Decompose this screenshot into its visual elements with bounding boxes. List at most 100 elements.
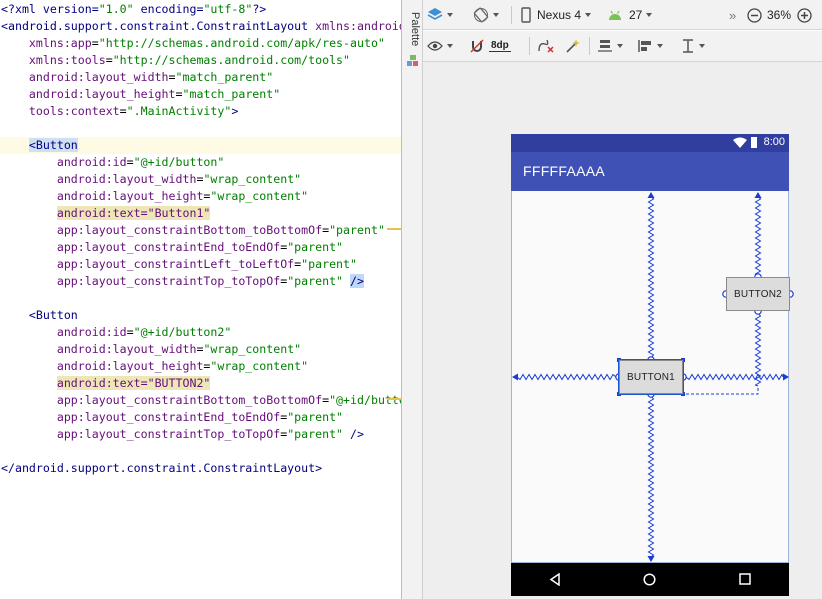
- code-line[interactable]: </android.support.constraint.ConstraintL…: [0, 460, 401, 477]
- code-token: android:layout_width: [1, 342, 197, 356]
- code-token: =: [126, 325, 134, 339]
- code-token: android:text="BUTTON2": [56, 376, 211, 390]
- code-text: <Button: [1, 307, 78, 324]
- code-token: "@+id/button": [133, 155, 225, 169]
- code-line[interactable]: app:layout_constraintEnd_toEndOf="parent…: [0, 239, 401, 256]
- code-text: android:layout_width="wrap_content": [1, 171, 301, 188]
- code-token: "parent": [287, 274, 344, 288]
- code-token: "utf-8": [203, 2, 253, 16]
- code-token: ?>: [252, 2, 267, 16]
- code-line[interactable]: android:layout_width="match_parent": [0, 69, 401, 86]
- clear-constraints-button[interactable]: [537, 31, 555, 61]
- code-token: =: [168, 70, 176, 84]
- api-level-selector[interactable]: 27: [607, 0, 653, 30]
- code-line[interactable]: android:layout_height="wrap_content": [0, 188, 401, 205]
- code-line[interactable]: android:text="BUTTON2": [0, 375, 401, 392]
- code-text: android:layout_height="wrap_content": [1, 358, 308, 375]
- code-line[interactable]: app:layout_constraintBottom_toBottomOf="…: [0, 392, 401, 409]
- code-text: tools:context=".MainActivity">: [1, 103, 238, 120]
- autoconnect-toggle[interactable]: [469, 31, 485, 61]
- infer-constraints-button[interactable]: [565, 31, 581, 61]
- code-line[interactable]: android:layout_width="wrap_content": [0, 341, 401, 358]
- code-text: app:layout_constraintLeft_toLeftOf="pare…: [1, 256, 357, 273]
- zoom-in-button[interactable]: [797, 0, 812, 30]
- code-line[interactable]: android:layout_width="wrap_content": [0, 171, 401, 188]
- code-line[interactable]: <?xml version="1.0" encoding="utf-8"?>: [0, 1, 401, 18]
- code-token: app:layout_constraintTop_toTopOf: [1, 427, 281, 441]
- orientation-button[interactable]: [473, 0, 499, 30]
- button1-left-constraint: [516, 373, 617, 381]
- device-label: Nexus 4: [537, 8, 582, 22]
- overflow-label: »: [729, 7, 737, 23]
- gutter-marker: [387, 228, 401, 230]
- button1-top-constraint: [647, 195, 655, 359]
- code-line[interactable]: app:layout_constraintEnd_toEndOf="parent…: [0, 409, 401, 426]
- design-canvas[interactable]: 8:00 FFFFFAAAA BUTTON1 BUTTON2: [423, 62, 822, 599]
- button2-widget[interactable]: BUTTON2: [726, 277, 790, 311]
- code-line[interactable]: [0, 443, 401, 460]
- code-line[interactable]: <Button: [0, 307, 401, 324]
- code-token: =: [175, 87, 183, 101]
- code-line[interactable]: android:layout_height="match_parent": [0, 86, 401, 103]
- overflow-button[interactable]: »: [729, 0, 736, 30]
- guidelines-button[interactable]: [681, 31, 705, 61]
- code-line[interactable]: app:layout_constraintBottom_toBottomOf="…: [0, 222, 401, 239]
- code-line[interactable]: app:layout_constraintLeft_toLeftOf="pare…: [0, 256, 401, 273]
- code-line[interactable]: xmlns:tools="http://schemas.android.com/…: [0, 52, 401, 69]
- code-line[interactable]: android:layout_height="wrap_content": [0, 358, 401, 375]
- code-token: xmlns:android: [315, 19, 401, 33]
- code-line[interactable]: android:id="@+id/button": [0, 154, 401, 171]
- pack-icon: [598, 40, 612, 52]
- code-line[interactable]: [0, 120, 401, 137]
- code-token: =: [105, 53, 113, 67]
- button1-top-arrow: [647, 192, 655, 198]
- code-token: "match_parent": [182, 87, 281, 101]
- code-line[interactable]: [0, 290, 401, 307]
- code-text: xmlns:tools="http://schemas.android.com/…: [1, 52, 350, 69]
- code-token: ".MainActivity": [126, 104, 232, 118]
- code-line[interactable]: tools:context=".MainActivity">: [0, 103, 401, 120]
- code-text: android:layout_width="match_parent": [1, 69, 273, 86]
- palette-side-tab[interactable]: Palette: [401, 0, 423, 599]
- code-token: "http://schemas.android.com/apk/res-auto…: [98, 36, 385, 50]
- code-token: "parent": [329, 223, 385, 237]
- default-margins-button[interactable]: 8dp: [489, 31, 511, 61]
- zoom-out-button[interactable]: [747, 0, 762, 30]
- device-selector[interactable]: Nexus 4: [521, 0, 592, 30]
- code-line[interactable]: app:layout_constraintTop_toTopOf="parent…: [0, 273, 401, 290]
- magnet-icon: [470, 39, 484, 53]
- margin-label: 8dp: [489, 40, 511, 52]
- code-line[interactable]: <Button: [0, 137, 401, 154]
- zoom-level: 36%: [767, 0, 791, 30]
- infer-constraints-icon: [566, 39, 580, 53]
- code-token: =: [91, 36, 99, 50]
- code-token: app:layout_constraintTop_toTopOf: [1, 274, 281, 288]
- code-token: "@+id/button2": [133, 325, 232, 339]
- view-options-button[interactable]: [427, 31, 453, 61]
- code-text: app:layout_constraintBottom_toBottomOf="…: [1, 392, 401, 409]
- code-text: android:id="@+id/button": [1, 154, 225, 171]
- button1-label: BUTTON1: [627, 371, 675, 383]
- code-line[interactable]: android:id="@+id/button2": [0, 324, 401, 341]
- button1-widget[interactable]: BUTTON1: [618, 359, 684, 395]
- button2-top-arrow: [754, 192, 762, 198]
- android-icon: [609, 10, 621, 20]
- code-text: android:layout_width="wrap_content": [1, 341, 301, 358]
- code-token: android:id: [1, 155, 127, 169]
- code-line[interactable]: android:text="Button1": [0, 205, 401, 222]
- pack-button[interactable]: [597, 31, 623, 61]
- button1-bottom-arrow: [647, 556, 655, 562]
- code-line[interactable]: xmlns:app="http://schemas.android.com/ap…: [0, 35, 401, 52]
- design-surface-button[interactable]: [427, 0, 453, 30]
- xml-code-editor[interactable]: <?xml version="1.0" encoding="utf-8"?> <a…: [0, 0, 401, 599]
- code-token: android:layout_width: [1, 172, 197, 186]
- code-text: xmlns:app="http://schemas.android.com/ap…: [1, 35, 385, 52]
- align-button[interactable]: [637, 31, 663, 61]
- code-token: "http://schemas.android.com/tools": [112, 53, 351, 67]
- code-text: android:text="Button1": [1, 205, 211, 222]
- code-token: encoding=: [133, 2, 204, 16]
- code-line[interactable]: <android.support.constraint.ConstraintLa…: [0, 18, 401, 35]
- code-line[interactable]: app:layout_constraintTop_toTopOf="parent…: [0, 426, 401, 443]
